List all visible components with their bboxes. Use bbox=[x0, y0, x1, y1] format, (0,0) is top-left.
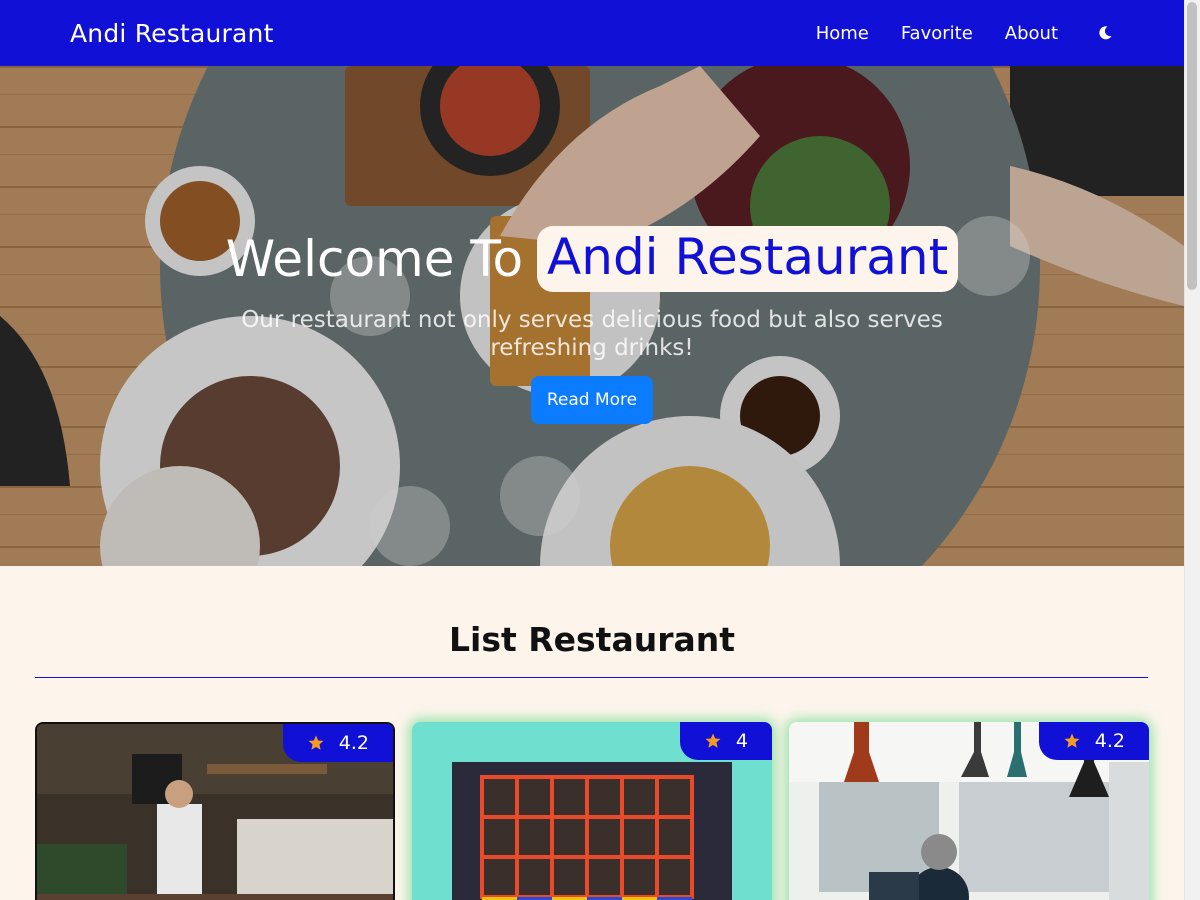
star-icon bbox=[308, 735, 324, 750]
hero-subtitle: Our restaurant not only serves delicious… bbox=[241, 307, 943, 361]
rating-value: 4.2 bbox=[338, 732, 369, 754]
nav-link-favorite[interactable]: Favorite bbox=[901, 23, 973, 44]
hero-title-highlight: Andi Restaurant bbox=[537, 226, 959, 292]
rating-badge: 4 bbox=[679, 722, 772, 760]
restaurant-card[interactable]: 4.2 bbox=[35, 722, 395, 900]
nav-links: Home Favorite About bbox=[816, 23, 1114, 44]
list-restaurant-heading: List Restaurant bbox=[448, 620, 736, 659]
page-scrollbar[interactable] bbox=[1184, 0, 1200, 900]
rating-badge: 4.2 bbox=[1038, 722, 1149, 760]
nav-link-about[interactable]: About bbox=[1005, 23, 1058, 44]
rating-badge: 4.2 bbox=[282, 724, 393, 762]
brand-logo[interactable]: Andi Restaurant bbox=[70, 19, 274, 48]
rating-value: 4.2 bbox=[1094, 730, 1125, 752]
hero-content: Welcome To Andi Restaurant Our restauran… bbox=[0, 226, 1184, 424]
rating-value: 4 bbox=[735, 730, 748, 752]
moon-icon[interactable] bbox=[1096, 24, 1114, 42]
star-icon bbox=[1064, 733, 1080, 748]
navbar: Andi Restaurant Home Favorite About bbox=[0, 0, 1184, 66]
hero-title-prefix: Welcome To bbox=[225, 230, 524, 288]
nav-link-home[interactable]: Home bbox=[816, 23, 869, 44]
section-divider bbox=[35, 677, 1148, 678]
restaurant-card[interactable]: 4 bbox=[412, 722, 772, 900]
star-icon bbox=[705, 733, 721, 748]
read-more-button[interactable]: Read More bbox=[530, 376, 654, 424]
restaurant-card[interactable]: 4.2 bbox=[789, 722, 1149, 900]
hero-banner: Welcome To Andi Restaurant Our restauran… bbox=[0, 66, 1184, 566]
scrollbar-thumb[interactable] bbox=[1187, 2, 1197, 290]
hero-title: Welcome To Andi Restaurant bbox=[225, 226, 959, 292]
